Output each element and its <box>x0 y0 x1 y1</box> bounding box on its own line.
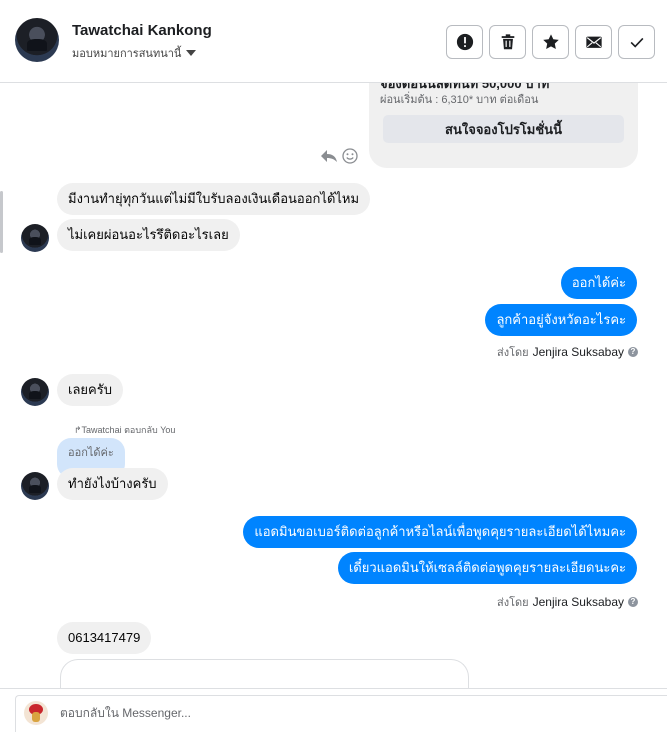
reply-composer <box>0 688 667 732</box>
outgoing-message[interactable]: ออกได้ค่ะ <box>560 267 637 299</box>
alert-icon <box>456 33 473 51</box>
reply-context-text: Tawatchai ตอบกลับ You <box>81 425 176 435</box>
contact-avatar <box>21 378 49 406</box>
mark-spam-button[interactable] <box>446 25 483 59</box>
contact-avatar <box>21 224 49 252</box>
mark-unread-button[interactable] <box>575 25 612 59</box>
scrollbar[interactable] <box>0 191 3 253</box>
attachment-card[interactable] <box>60 659 469 688</box>
conversation-header: Tawatchai Kankong มอบหมายการสนทนานี้ <box>0 0 667 83</box>
sent-by-label: ส่งโดย Jenjira Suksabay ? <box>497 343 638 361</box>
sent-by-prefix: ส่งโดย <box>497 597 529 609</box>
checkmark-icon <box>630 37 643 48</box>
star-button[interactable] <box>532 25 569 59</box>
assign-label: มอบหมายการสนทนานี้ <box>72 48 182 60</box>
caret-down-icon <box>186 50 197 56</box>
trash-icon <box>501 34 514 50</box>
star-icon <box>542 34 559 50</box>
sent-by-label: ส่งโดย Jenjira Suksabay ? <box>497 593 638 611</box>
reply-context: ↱Tawatchai ตอบกลับ You <box>74 423 175 437</box>
incoming-message[interactable]: เลยครับ <box>57 374 123 406</box>
reply-arrow-icon: ↱ <box>74 425 82 435</box>
reply-input[interactable] <box>60 706 620 720</box>
incoming-message[interactable]: มีงานทำยุ่ทุกวันแต่ไม่มีใบรับลองเงินเดือ… <box>57 183 371 215</box>
outgoing-message[interactable]: เดี๋ยวแอดมินให้เซลล์ติดต่อพูดคุยรายละเอี… <box>337 552 637 584</box>
sender-name: Jenjira Suksabay <box>532 595 624 609</box>
outgoing-message[interactable]: แอดมินขอเบอร์ติดต่อลูกค้าหรือไลน์เพื่อพู… <box>243 516 637 548</box>
message-thread[interactable]: จองตอนนี้ลดทันที 50,000 บาท ผ่อนเริ่มต้น… <box>0 83 667 688</box>
assign-conversation-dropdown[interactable]: มอบหมายการสนทนานี้ <box>72 44 197 62</box>
incoming-message[interactable]: ไม่เคยผ่อนอะไรรึติดอะไรเลย <box>57 219 240 251</box>
incoming-message[interactable]: ทำยังไงบ้างครับ <box>57 468 168 500</box>
help-icon[interactable]: ? <box>628 597 638 607</box>
page-avatar <box>24 701 48 725</box>
contact-name[interactable]: Tawatchai Kankong <box>72 22 212 39</box>
mark-done-button[interactable] <box>618 25 655 59</box>
sent-by-prefix: ส่งโดย <box>497 347 529 359</box>
promo-subtitle: ผ่อนเริ่มต้น : 6,310* บาท ต่อเดือน <box>380 94 539 106</box>
promo-message-card: จองตอนนี้ลดทันที 50,000 บาท ผ่อนเริ่มต้น… <box>369 83 638 168</box>
outgoing-message[interactable]: ลูกค้าอยู่จังหวัดอะไรคะ <box>485 304 637 336</box>
promo-cta-button[interactable]: สนใจจองโปรโมชั่นนี้ <box>383 115 624 143</box>
contact-avatar[interactable] <box>15 18 59 62</box>
contact-avatar <box>21 472 49 500</box>
envelope-icon <box>585 36 602 48</box>
conversation-actions <box>446 25 655 59</box>
sender-name: Jenjira Suksabay <box>532 345 624 359</box>
avatar-body <box>32 712 40 722</box>
delete-button[interactable] <box>489 25 526 59</box>
reply-icon[interactable] <box>320 148 338 164</box>
help-icon[interactable]: ? <box>628 347 638 357</box>
emoji-reaction-icon[interactable] <box>342 148 358 164</box>
incoming-message[interactable]: 0613417479 <box>57 622 152 654</box>
